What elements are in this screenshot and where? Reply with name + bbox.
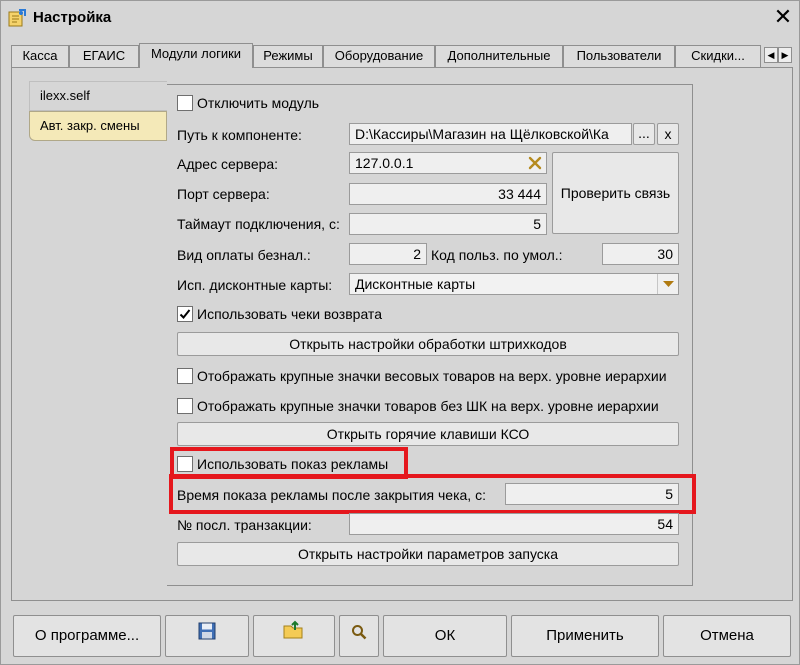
user-code-input[interactable]: 30: [602, 243, 679, 265]
floppy-disk-icon: [198, 616, 216, 656]
save-button[interactable]: [165, 615, 249, 657]
timeout-label: Таймаут подключения, с:: [177, 216, 340, 232]
ok-button[interactable]: ОК: [383, 615, 507, 657]
apply-button[interactable]: Применить: [511, 615, 659, 657]
user-code-label: Код польз. по умол.:: [431, 247, 563, 263]
large-nobarcode-icons-label: Отображать крупные значки товаров без ШК…: [197, 398, 659, 414]
tab-logic-modules[interactable]: Модули логики: [139, 43, 253, 68]
server-port-input[interactable]: 33 444: [349, 183, 547, 205]
use-return-receipts-label: Использовать чеки возврата: [197, 306, 382, 322]
large-weight-icons-checkbox[interactable]: [177, 368, 193, 384]
highlight-ads-time: [169, 474, 696, 514]
cancel-button[interactable]: Отмена: [663, 615, 791, 657]
close-icon[interactable]: ✕: [771, 4, 795, 30]
use-return-receipts-checkbox[interactable]: [177, 306, 193, 322]
sidebar-item-auto-close-shift[interactable]: Авт. закр. смены: [29, 111, 167, 141]
title-bar: Настройка ✕: [1, 1, 799, 35]
last-transaction-label: № посл. транзакции:: [177, 517, 312, 533]
timeout-input[interactable]: 5: [349, 213, 547, 235]
tab-egais[interactable]: ЕГАИС: [69, 45, 139, 67]
tab-next-icon[interactable]: ▶: [778, 47, 792, 63]
export-button[interactable]: [253, 615, 335, 657]
open-barcode-settings-button[interactable]: Открыть настройки обработки штрихкодов: [177, 332, 679, 356]
component-path-input[interactable]: D:\Кассиры\Магазин на Щёлковской\Ка: [349, 123, 632, 145]
payment-type-label: Вид оплаты безнал.:: [177, 247, 311, 263]
open-hotkeys-button[interactable]: Открыть горячие клавиши КСО: [177, 422, 679, 446]
magnifier-icon: [351, 616, 367, 656]
large-nobarcode-icons-checkbox[interactable]: [177, 398, 193, 414]
tab-bar: Касса ЕГАИС Модули логики Режимы Оборудо…: [9, 43, 799, 68]
folder-export-icon: [283, 616, 305, 656]
window-title: Настройка: [33, 9, 112, 26]
tab-scroll: ◀ ▶: [764, 47, 792, 63]
open-launch-settings-button[interactable]: Открыть настройки параметров запуска: [177, 542, 679, 566]
tab-equipment[interactable]: Оборудование: [323, 45, 435, 67]
tab-additional[interactable]: Дополнительные: [435, 45, 563, 67]
disable-module-checkbox[interactable]: [177, 95, 193, 111]
settings-app-icon: [7, 8, 27, 28]
disable-module-label: Отключить модуль: [197, 95, 320, 111]
check-connection-button[interactable]: Проверить связь: [552, 152, 679, 234]
tab-prev-icon[interactable]: ◀: [764, 47, 778, 63]
component-path-label: Путь к компоненте:: [177, 127, 302, 143]
discount-cards-label: Исп. дисконтные карты:: [177, 277, 333, 293]
settings-window: Настройка ✕ Касса ЕГАИС Модули логики Ре…: [0, 0, 800, 665]
server-address-label: Адрес сервера:: [177, 156, 279, 172]
module-sidebar: ilexx.self Авт. закр. смены: [29, 81, 167, 145]
search-button[interactable]: [339, 615, 379, 657]
server-port-label: Порт сервера:: [177, 186, 270, 202]
about-button[interactable]: О программе...: [13, 615, 161, 657]
clear-address-icon[interactable]: [525, 153, 545, 173]
checkmark-icon: [179, 309, 191, 319]
tab-discounts[interactable]: Скидки...: [675, 45, 761, 67]
tab-kassa[interactable]: Касса: [11, 45, 69, 67]
tab-modes[interactable]: Режимы: [253, 45, 323, 67]
server-address-input[interactable]: 127.0.0.1: [349, 152, 547, 174]
clear-path-button[interactable]: x: [657, 123, 679, 145]
last-transaction-input[interactable]: 54: [349, 513, 679, 535]
browse-button[interactable]: ...: [633, 123, 655, 145]
payment-type-input[interactable]: 2: [349, 243, 427, 265]
sidebar-item-ilexx-self[interactable]: ilexx.self: [29, 81, 167, 111]
large-weight-icons-label: Отображать крупные значки весовых товаро…: [197, 368, 667, 384]
tab-users[interactable]: Пользователи: [563, 45, 675, 67]
discount-cards-select[interactable]: Дисконтные карты: [349, 273, 679, 295]
chevron-down-icon[interactable]: [657, 274, 678, 294]
